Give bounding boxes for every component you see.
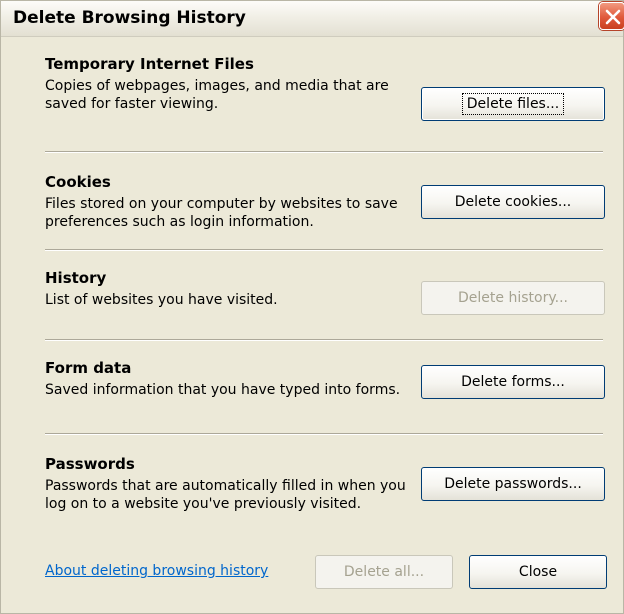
section-description: List of websites you have visited. (45, 292, 278, 308)
delete-cookies-button[interactable]: Delete cookies... (421, 185, 605, 219)
button-label: Delete all... (343, 564, 425, 580)
delete-browsing-history-dialog: Delete Browsing History Temporary Intern… (0, 0, 624, 614)
section-title: History (45, 269, 107, 287)
button-label: Delete history... (458, 290, 568, 306)
delete-passwords-button[interactable]: Delete passwords... (421, 467, 605, 501)
divider (45, 151, 603, 153)
close-window-button[interactable] (599, 2, 624, 30)
close-button[interactable]: Close (469, 555, 607, 589)
title-bar[interactable]: Delete Browsing History (1, 1, 624, 37)
button-label: Delete files... (461, 93, 565, 115)
button-label: Close (518, 564, 558, 580)
button-label: Delete cookies... (454, 194, 572, 210)
button-label: Delete passwords... (444, 476, 582, 492)
divider (45, 433, 603, 435)
dialog-title: Delete Browsing History (13, 8, 246, 28)
delete-forms-button[interactable]: Delete forms... (421, 365, 605, 399)
section-description: Copies of webpages, images, and media th… (45, 78, 389, 112)
section-description: Files stored on your computer by website… (45, 196, 398, 230)
section-description: Saved information that you have typed in… (45, 382, 401, 398)
close-icon (605, 9, 621, 25)
delete-history-button[interactable]: Delete history... (421, 281, 605, 315)
section-title: Passwords (45, 455, 135, 473)
divider (45, 249, 603, 251)
section-title: Cookies (45, 173, 111, 191)
section-title: Form data (45, 359, 132, 377)
dialog-content: Temporary Internet Files Copies of webpa… (19, 55, 607, 600)
delete-all-button[interactable]: Delete all... (315, 555, 453, 589)
section-description: Passwords that are automatically filled … (45, 478, 406, 512)
divider (45, 339, 603, 341)
section-title: Temporary Internet Files (45, 55, 254, 73)
button-label: Delete forms... (461, 374, 565, 390)
delete-files-button[interactable]: Delete files... (421, 87, 605, 121)
about-deleting-history-link[interactable]: About deleting browsing history (45, 563, 268, 579)
